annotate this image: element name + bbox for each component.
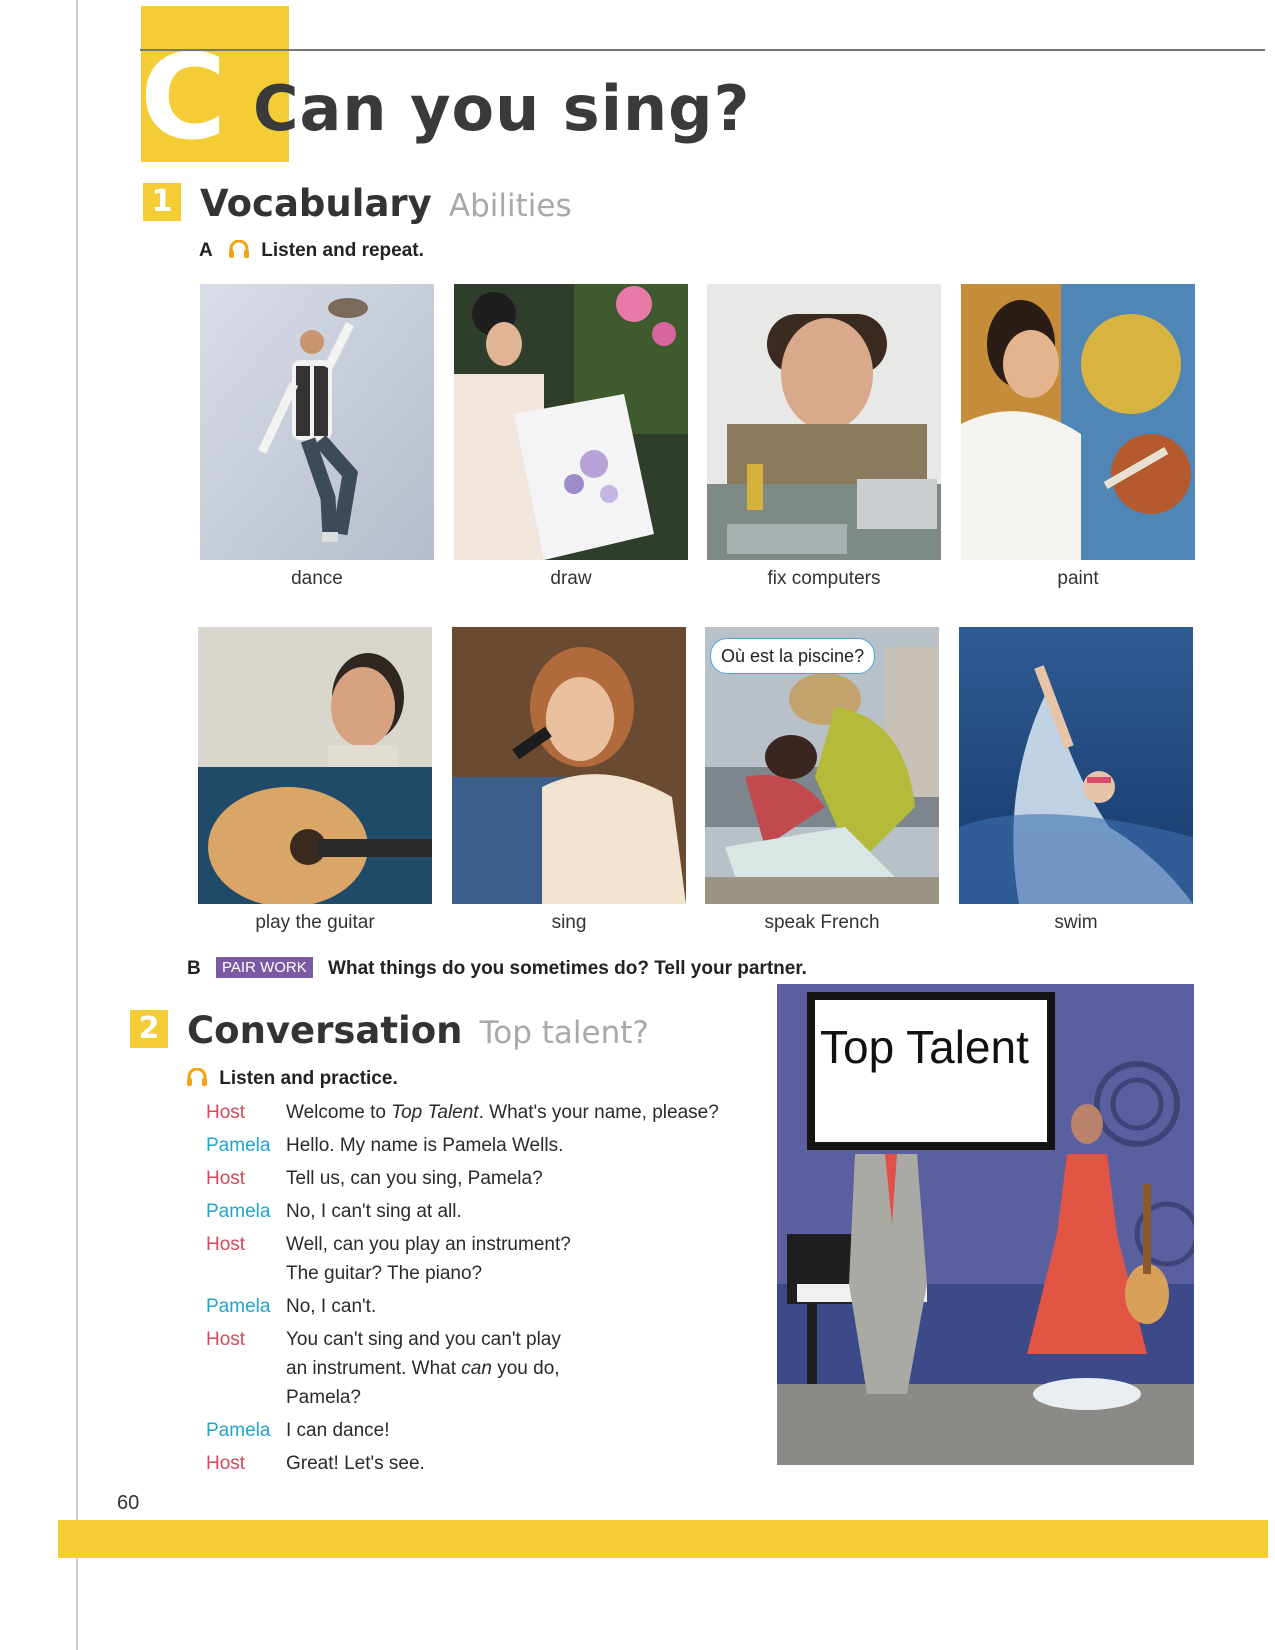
caption-play-the-guitar: play the guitar: [255, 912, 375, 933]
dialogue-text: Welcome to Top Talent. What's your name,…: [286, 1098, 719, 1127]
dialogue-turn: Pamela No, I can't.: [206, 1292, 746, 1321]
section-2-number: 2: [130, 1010, 168, 1048]
dialogue-text: I can dance!: [286, 1416, 390, 1445]
page-title: Can you sing?: [253, 72, 751, 145]
dialogue: Host Welcome to Top Talent. What's your n…: [206, 1098, 746, 1482]
caption-sing: sing: [551, 912, 587, 933]
dialogue-speaker: Host: [206, 1102, 246, 1123]
section-2-heading: Conversation Top talent?: [187, 1012, 649, 1049]
dialogue-text: You can't sing and you can't play an inst…: [286, 1325, 561, 1412]
photo-play-the-guitar: [198, 627, 432, 904]
photo-swim: [959, 627, 1193, 904]
dialogue-speaker: Host: [206, 1234, 246, 1255]
dialogue-turn: Host Tell us, can you sing, Pamela?: [206, 1164, 746, 1193]
dialogue-line: Welcome to Top Talent. What's your name,…: [286, 1102, 719, 1123]
dialogue-line: Great! Let's see.: [286, 1453, 425, 1474]
dialogue-text: No, I can't.: [286, 1292, 376, 1321]
part-b-letter: B: [187, 958, 201, 979]
photo-draw: [454, 284, 688, 560]
dialogue-line: The guitar? The piano?: [286, 1263, 483, 1284]
bottom-band: [58, 1520, 1268, 1558]
dialogue-line: Tell us, can you sing, Pamela?: [286, 1168, 543, 1189]
dialogue-speaker: Host: [206, 1453, 246, 1474]
dialogue-speaker: Pamela: [206, 1201, 271, 1222]
caption-paint: paint: [1057, 568, 1099, 589]
conversation-instruction-text: Listen and practice.: [219, 1068, 398, 1089]
dialogue-line: Well, can you play an instrument?: [286, 1234, 571, 1255]
dialogue-rows: Host Welcome to Top Talent. What's your n…: [206, 1098, 746, 1478]
section-2-subtitle: Top talent?: [479, 1015, 649, 1051]
dialogue-line: I can dance!: [286, 1420, 390, 1441]
audio-headphones-icon[interactable]: [186, 1067, 208, 1086]
photo-sing: [452, 627, 686, 904]
part-a-letter: A: [199, 240, 213, 261]
dialogue-speaker: Host: [206, 1168, 246, 1189]
dialogue-turn: Host Great! Let's see.: [206, 1449, 746, 1478]
conversation-instruction: Listen and practice.: [186, 1067, 398, 1090]
dialogue-turn: Host Well, can you play an instrument? The…: [206, 1230, 746, 1288]
unit-letter: C: [140, 28, 227, 166]
dialogue-line: No, I can't sing at all.: [286, 1201, 462, 1222]
dialogue-line: You can't sing and you can't play: [286, 1329, 561, 1350]
section-1-number: 1: [143, 183, 181, 221]
dialogue-turn: Host Welcome to Top Talent. What's your n…: [206, 1098, 746, 1127]
photo-fix-computers: [707, 284, 941, 560]
dialogue-line: No, I can't.: [286, 1296, 377, 1317]
dialogue-text: Hello. My name is Pamela Wells.: [286, 1131, 563, 1160]
photo-dance: [200, 284, 434, 560]
dialogue-speaker: Pamela: [206, 1296, 271, 1317]
dialogue-text: Well, can you play an instrument? The gui…: [286, 1230, 571, 1288]
dialogue-turn: Host You can't sing and you can't play an …: [206, 1325, 746, 1412]
dialogue-speaker: Host: [206, 1329, 246, 1350]
dialogue-text: Tell us, can you sing, Pamela?: [286, 1164, 543, 1193]
top-talent-sign-text: Top Talent: [820, 1021, 1029, 1073]
caption-speak-french: speak French: [764, 912, 880, 933]
section-2-title: Conversation: [187, 1009, 463, 1052]
dialogue-text: Great! Let's see.: [286, 1449, 425, 1478]
part-b-text: What things do you sometimes do? Tell yo…: [328, 958, 807, 979]
section-1-title: Vocabulary: [200, 182, 432, 225]
speech-bubble: Où est la piscine?: [710, 638, 876, 674]
dialogue-line: an instrument. What can you do,: [286, 1358, 560, 1379]
caption-dance: dance: [291, 568, 343, 589]
dialogue-speaker: Pamela: [206, 1420, 271, 1441]
dialogue-turn: Pamela No, I can't sing at all.: [206, 1197, 746, 1226]
page-margin-rule: [76, 0, 78, 1650]
caption-swim: swim: [1054, 912, 1098, 933]
section-1-heading: Vocabulary Abilities: [200, 185, 572, 222]
speech-bubble-text: Où est la piscine?: [721, 646, 865, 666]
dialogue-text: No, I can't sing at all.: [286, 1197, 462, 1226]
section-1-subtitle: Abilities: [448, 188, 572, 224]
part-a-text: Listen and repeat.: [261, 240, 424, 261]
dialogue-line: Pamela?: [286, 1387, 361, 1408]
dialogue-speaker: Pamela: [206, 1135, 271, 1156]
part-b-instruction: B PAIR WORK What things do you sometimes…: [187, 957, 807, 980]
dialogue-turn: Pamela Hello. My name is Pamela Wells.: [206, 1131, 746, 1160]
header-rule: [140, 49, 1265, 51]
pair-work-badge: PAIR WORK: [216, 957, 313, 978]
audio-headphones-icon[interactable]: [228, 239, 250, 258]
photo-paint: [961, 284, 1195, 560]
dialogue-line: Hello. My name is Pamela Wells.: [286, 1135, 564, 1156]
part-a-instruction: A Listen and repeat.: [199, 239, 424, 262]
page-number: 60: [117, 1492, 140, 1514]
caption-fix-computers: fix computers: [767, 568, 881, 589]
dialogue-turn: Pamela I can dance!: [206, 1416, 746, 1445]
caption-draw: draw: [550, 568, 592, 589]
